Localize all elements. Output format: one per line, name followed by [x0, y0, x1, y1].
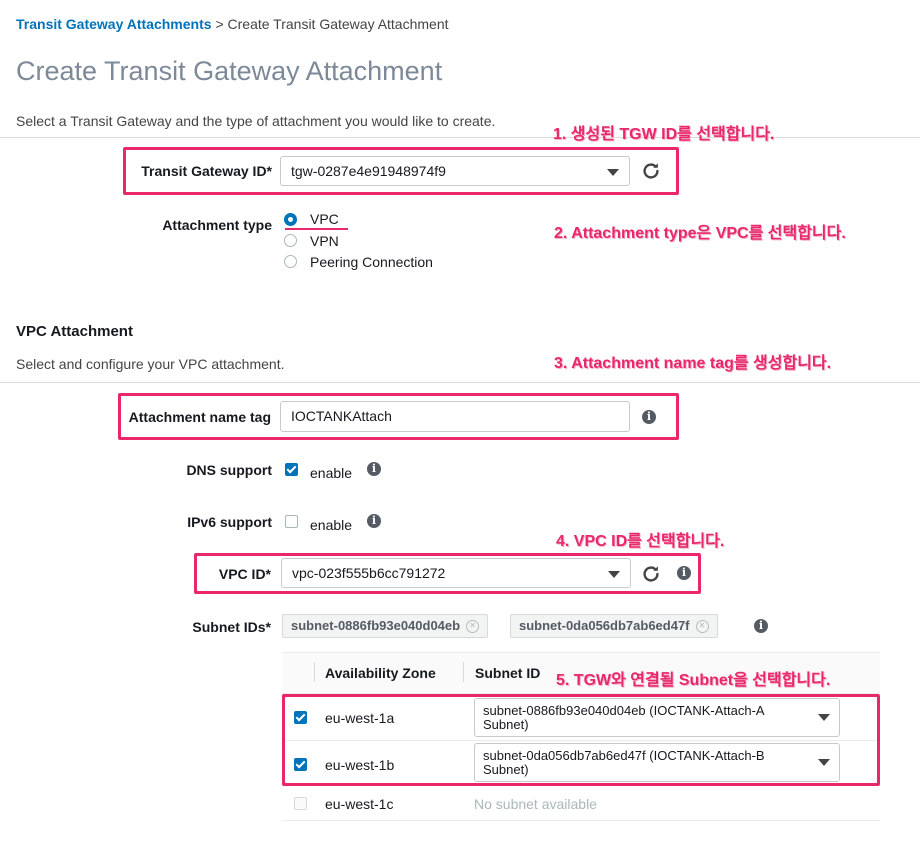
- row-checkbox[interactable]: [294, 758, 307, 771]
- az-cell: eu-west-1a: [325, 710, 395, 726]
- subnet-token[interactable]: subnet-0da056db7ab6ed47f ✕: [510, 614, 718, 638]
- vpc-id-value: vpc-023f555b6cc791272: [292, 565, 446, 581]
- breadcrumb-separator: >: [215, 16, 224, 32]
- column-divider: [463, 662, 464, 682]
- column-header-subnet[interactable]: Subnet ID: [475, 665, 540, 681]
- name-tag-input[interactable]: IOCTANKAttach: [280, 401, 630, 432]
- az-cell: eu-west-1b: [325, 757, 395, 773]
- subnet-select[interactable]: subnet-0886fb93e040d04eb (IOCTANK-Attach…: [474, 698, 840, 737]
- tgw-select[interactable]: tgw-0287e4e91948974f9: [280, 156, 630, 186]
- tgw-label: Transit Gateway ID*: [141, 163, 272, 179]
- ipv6-checkbox[interactable]: [285, 515, 298, 528]
- breadcrumb-current: Create Transit Gateway Attachment: [227, 16, 449, 32]
- refresh-icon[interactable]: [640, 563, 662, 585]
- subnet-select-line1: subnet-0da056db7ab6ed47f (IOCTANK-Attach…: [483, 748, 765, 763]
- dns-support-label: DNS support: [186, 462, 272, 478]
- refresh-icon[interactable]: [640, 160, 662, 182]
- vpc-underline: [285, 228, 348, 230]
- vpc-section-title: VPC Attachment: [16, 323, 133, 340]
- caret-down-icon: [607, 169, 619, 176]
- breadcrumb-link[interactable]: Transit Gateway Attachments: [16, 16, 212, 32]
- divider: [0, 382, 920, 383]
- name-tag-value: IOCTANKAttach: [291, 408, 392, 424]
- radio-peering[interactable]: [284, 255, 297, 268]
- subnet-ids-label: Subnet IDs*: [192, 619, 271, 635]
- ipv6-support-label: IPv6 support: [187, 514, 272, 530]
- annotation-2: 2. Attachment type은 VPC를 선택합니다.: [554, 225, 846, 242]
- info-icon[interactable]: i: [754, 619, 768, 633]
- vpc-id-label: VPC ID*: [218, 566, 271, 582]
- row-checkbox: [294, 797, 307, 810]
- subnet-select-line1: subnet-0886fb93e040d04eb (IOCTANK-Attach…: [483, 703, 765, 718]
- dns-checkbox[interactable]: [285, 463, 298, 476]
- radio-vpn-label: VPN: [310, 233, 339, 249]
- token-remove-icon[interactable]: ✕: [466, 620, 480, 634]
- no-subnet-text: No subnet available: [474, 796, 597, 812]
- radio-peering-label: Peering Connection: [310, 254, 433, 270]
- vpc-section-desc: Select and configure your VPC attachment…: [16, 356, 285, 372]
- subnet-token-label: subnet-0886fb93e040d04eb: [291, 618, 461, 633]
- subnet-token-label: subnet-0da056db7ab6ed47f: [519, 618, 690, 633]
- caret-down-icon: [818, 759, 830, 766]
- page-title: Create Transit Gateway Attachment: [16, 56, 443, 86]
- radio-vpc[interactable]: [284, 213, 297, 226]
- row-checkbox[interactable]: [294, 711, 307, 724]
- annotation-5: 5. TGW와 연결될 Subnet을 선택합니다.: [556, 672, 831, 689]
- ipv6-checkbox-label: enable: [310, 517, 353, 533]
- info-icon[interactable]: i: [367, 514, 381, 528]
- token-remove-icon[interactable]: ✕: [695, 620, 709, 634]
- vpc-id-select[interactable]: vpc-023f555b6cc791272: [281, 558, 631, 588]
- column-divider: [314, 662, 315, 682]
- info-icon[interactable]: i: [677, 566, 691, 580]
- divider: [0, 137, 920, 138]
- subnet-select[interactable]: subnet-0da056db7ab6ed47f (IOCTANK-Attach…: [474, 743, 840, 782]
- name-tag-label: Attachment name tag: [128, 409, 271, 425]
- caret-down-icon: [608, 571, 620, 578]
- caret-down-icon: [818, 714, 830, 721]
- dns-checkbox-label: enable: [310, 465, 353, 481]
- intro-text: Select a Transit Gateway and the type of…: [16, 113, 496, 129]
- radio-vpc-label: VPC: [310, 211, 339, 227]
- radio-vpn[interactable]: [284, 234, 297, 247]
- az-cell: eu-west-1c: [325, 796, 394, 812]
- info-icon[interactable]: i: [642, 410, 656, 424]
- subnet-select-line2: Subnet): [483, 762, 529, 777]
- column-header-az[interactable]: Availability Zone: [325, 665, 436, 681]
- subnet-select-line2: Subnet): [483, 717, 529, 732]
- breadcrumb: Transit Gateway Attachments > Create Tra…: [16, 16, 449, 32]
- annotation-3: 3. Attachment name tag를 생성합니다.: [554, 355, 832, 372]
- tgw-select-value: tgw-0287e4e91948974f9: [291, 163, 446, 179]
- annotation-1: 1. 생성된 TGW ID를 선택합니다.: [553, 126, 775, 143]
- attachment-type-label: Attachment type: [162, 217, 272, 233]
- info-icon[interactable]: i: [367, 462, 381, 476]
- subnet-token[interactable]: subnet-0886fb93e040d04eb ✕: [282, 614, 489, 638]
- annotation-4: 4. VPC ID를 선택합니다.: [556, 533, 725, 550]
